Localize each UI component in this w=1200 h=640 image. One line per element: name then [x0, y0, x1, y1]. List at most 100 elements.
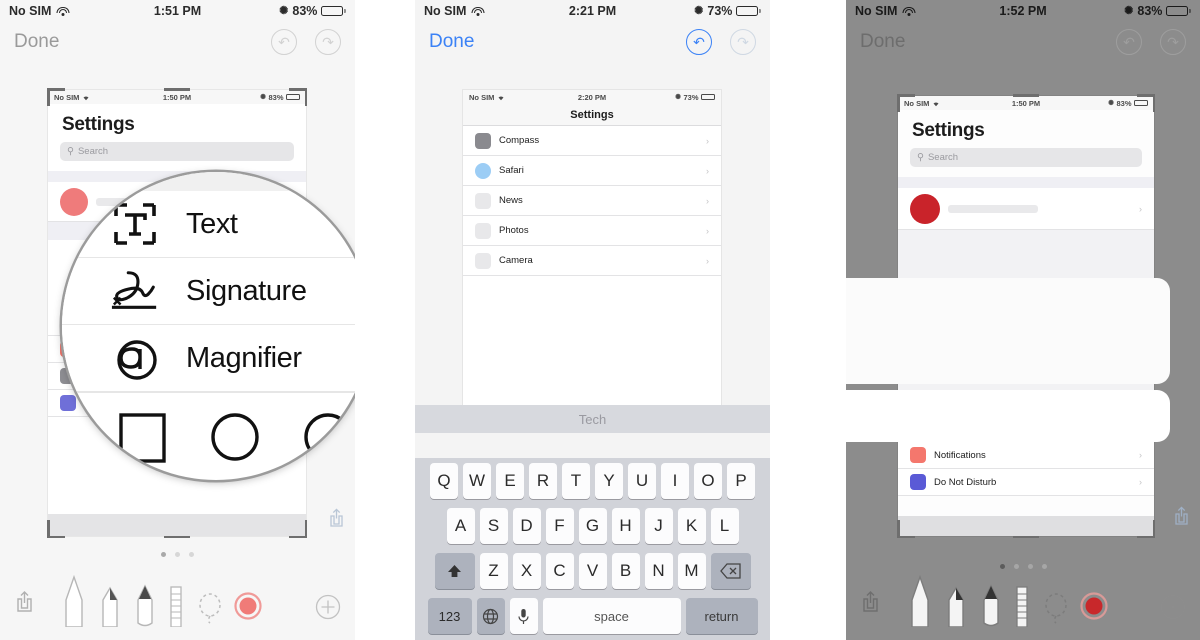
keyboard-row-1: Q W E R T Y U I O P [418, 463, 767, 499]
key-w[interactable]: W [463, 463, 491, 499]
key-o[interactable]: O [694, 463, 722, 499]
redo-icon[interactable]: ↷ [730, 29, 756, 55]
share-icon[interactable] [860, 590, 881, 618]
list-item-photos[interactable]: Photos › [463, 216, 721, 246]
screenshot-preview[interactable]: No SIM 2:20 PM ✺ 73% Settings Compass › … [463, 90, 721, 420]
add-icon[interactable] [1160, 594, 1186, 625]
key-e[interactable]: E [496, 463, 524, 499]
key-v[interactable]: V [578, 553, 607, 589]
battery-percent: 83% [1137, 4, 1163, 18]
key-k[interactable]: K [677, 508, 706, 544]
globe-icon[interactable] [476, 598, 505, 634]
keyboard-row-4: 123 space return [418, 598, 767, 634]
circle-shape[interactable] [210, 412, 262, 469]
highlighter-tool[interactable] [98, 585, 122, 632]
menu-item-signature[interactable]: Signature [62, 258, 355, 325]
key-numbers[interactable]: 123 [427, 598, 472, 634]
search-field[interactable]: ⚲ Search [60, 142, 294, 161]
chevron-right-icon: › [706, 135, 709, 146]
key-x[interactable]: X [512, 553, 541, 589]
text-box-icon [110, 199, 160, 249]
pen-tool[interactable] [61, 574, 87, 632]
key-r[interactable]: R [529, 463, 557, 499]
key-s[interactable]: S [479, 508, 508, 544]
wifi-icon [56, 6, 70, 16]
share-icon[interactable] [14, 590, 35, 618]
prediction-bar[interactable]: Tech [415, 405, 770, 433]
key-l[interactable]: L [710, 508, 739, 544]
list-item-notifications[interactable]: Notifications › [898, 442, 1154, 469]
lasso-tool[interactable] [1043, 592, 1069, 629]
key-y[interactable]: Y [595, 463, 623, 499]
ruler-tool[interactable] [168, 585, 184, 632]
key-u[interactable]: U [628, 463, 656, 499]
undo-icon[interactable]: ↶ [686, 29, 712, 55]
markup-tool-bar [846, 574, 1200, 632]
key-c[interactable]: C [545, 553, 574, 589]
backspace-icon[interactable] [710, 553, 751, 589]
do-not-disturb-icon [910, 474, 926, 490]
search-field[interactable]: ⚲ Search [910, 148, 1142, 167]
key-n[interactable]: N [644, 553, 673, 589]
markup-toolbar: Done ↶ ↷ [846, 22, 1200, 62]
done-button[interactable]: Done [860, 31, 905, 53]
wifi-icon [497, 94, 505, 101]
undo-icon[interactable]: ↶ [1116, 29, 1142, 55]
list-item-camera[interactable]: Camera › [463, 246, 721, 276]
battery-icon [736, 6, 761, 16]
markup-toolbar: Done ↶ ↷ [415, 22, 770, 62]
list-item-account[interactable]: › [898, 188, 1154, 230]
menu-item-magnifier[interactable]: Magnifier [62, 325, 355, 392]
square-shape[interactable] [118, 412, 170, 469]
preview-carrier: No SIM [904, 98, 930, 108]
key-i[interactable]: I [661, 463, 689, 499]
pencil-tool[interactable] [979, 583, 1003, 632]
key-z[interactable]: Z [479, 553, 508, 589]
action-sheet[interactable] [846, 278, 1170, 384]
add-icon[interactable] [315, 594, 341, 625]
redo-icon[interactable]: ↷ [1160, 29, 1186, 55]
panel-markup-tools: No SIM 1:51 PM ✺ 83% Done ↶ ↷ No SIM 1:5… [0, 0, 355, 640]
menu-item-text[interactable]: Text [62, 191, 355, 258]
prediction-word[interactable]: Tech [579, 412, 606, 427]
highlighter-tool[interactable] [944, 585, 968, 632]
shift-icon[interactable] [434, 553, 475, 589]
microphone-icon[interactable] [509, 598, 538, 634]
menu-item-label: Magnifier [186, 341, 302, 374]
key-return[interactable]: return [685, 598, 758, 634]
wifi-icon [902, 6, 916, 16]
done-button[interactable]: Done [429, 31, 474, 53]
list-item-do-not-disturb[interactable]: Do Not Disturb › [898, 469, 1154, 496]
pen-tool[interactable] [907, 574, 933, 632]
key-g[interactable]: G [578, 508, 607, 544]
redo-icon[interactable]: ↷ [315, 29, 341, 55]
share-icon[interactable] [328, 508, 345, 532]
action-sheet-cancel[interactable] [846, 390, 1170, 442]
key-m[interactable]: M [677, 553, 706, 589]
ruler-tool[interactable] [1014, 585, 1030, 632]
key-p[interactable]: P [727, 463, 755, 499]
key-f[interactable]: F [545, 508, 574, 544]
key-space[interactable]: space [542, 598, 681, 634]
done-button[interactable]: Done [14, 31, 59, 53]
share-icon[interactable] [1173, 506, 1190, 530]
key-q[interactable]: Q [430, 463, 458, 499]
chevron-right-icon: › [706, 255, 709, 266]
list-item-compass[interactable]: Compass › [463, 126, 721, 156]
list-item-safari[interactable]: Safari › [463, 156, 721, 186]
list-item-news[interactable]: News › [463, 186, 721, 216]
color-swatch[interactable] [234, 592, 262, 625]
key-a[interactable]: A [446, 508, 475, 544]
pencil-tool[interactable] [133, 583, 157, 632]
key-t[interactable]: T [562, 463, 590, 499]
color-swatch[interactable] [1080, 592, 1108, 625]
key-h[interactable]: H [611, 508, 640, 544]
search-placeholder: Search [77, 146, 109, 157]
lasso-tool[interactable] [197, 592, 223, 629]
key-b[interactable]: B [611, 553, 640, 589]
key-d[interactable]: D [512, 508, 541, 544]
speech-bubble-shape[interactable] [302, 412, 354, 469]
key-j[interactable]: J [644, 508, 673, 544]
undo-icon[interactable]: ↶ [271, 29, 297, 55]
search-icon: ⚲ [917, 152, 924, 163]
